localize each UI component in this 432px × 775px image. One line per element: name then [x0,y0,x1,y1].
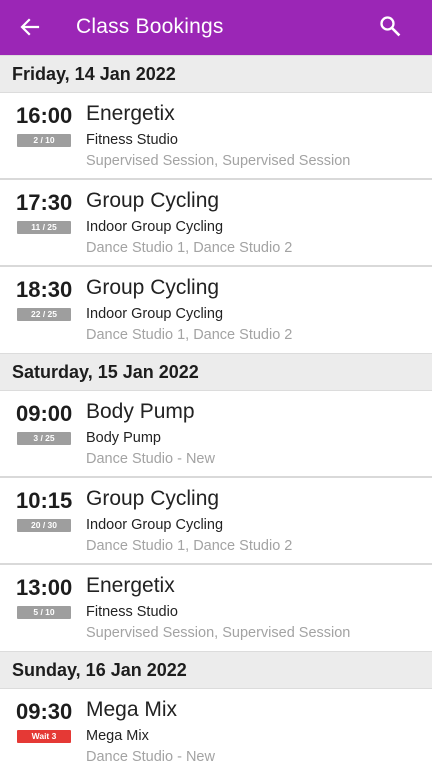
arrow-left-icon [20,18,40,36]
class-rooms: Supervised Session, Supervised Session [86,153,351,169]
search-icon [380,16,401,37]
day-header: Sunday, 16 Jan 2022 [0,651,432,689]
class-rooms: Supervised Session, Supervised Session [86,625,351,641]
class-session-row[interactable]: 13:00 5 / 10 Energetix Fitness Studio Superv… [0,565,432,651]
session-time: 09:00 [16,401,73,426]
class-name: Group Cycling [86,487,220,510]
class-session-row[interactable]: 10:15 20 / 30 Group Cycling Indoor Group Cy… [0,478,432,565]
class-rooms: Dance Studio 1, Dance Studio 2 [86,327,293,343]
class-name: Group Cycling [86,276,220,299]
capacity-badge: 20 / 30 [17,519,71,532]
class-session-row[interactable]: 09:00 3 / 25 Body Pump Body Pump Dance Studi… [0,391,432,478]
class-rooms: Dance Studio 1, Dance Studio 2 [86,538,293,554]
day-header: Saturday, 15 Jan 2022 [0,353,432,391]
class-location: Fitness Studio [86,132,178,148]
class-session-row[interactable]: 17:30 11 / 25 Group Cycling Indoor Group Cy… [0,180,432,267]
session-time: 16:00 [16,103,73,128]
back-button[interactable] [18,15,42,39]
class-name: Mega Mix [86,698,178,721]
session-time: 18:30 [16,277,73,302]
class-rooms: Dance Studio - New [86,749,215,765]
waitlist-badge: Wait 3 [17,730,71,743]
class-rooms: Dance Studio - New [86,451,215,467]
session-time: 13:00 [16,575,73,600]
session-time: 10:15 [16,488,73,513]
capacity-badge: 11 / 25 [17,221,71,234]
page-title: Class Bookings [76,15,224,38]
class-session-row[interactable]: 09:30 Wait 3 Mega Mix Mega Mix Dance Studio … [0,689,432,775]
session-time: 17:30 [16,190,73,215]
class-session-row[interactable]: 16:00 2 / 10 Energetix Fitness Studio Superv… [0,93,432,180]
session-time: 09:30 [16,699,73,724]
class-location: Indoor Group Cycling [86,219,224,235]
day-header: Friday, 14 Jan 2022 [0,55,432,93]
class-location: Indoor Group Cycling [86,517,224,533]
class-name: Energetix [86,574,175,597]
class-name: Body Pump [86,400,195,423]
class-location: Indoor Group Cycling [86,306,224,322]
capacity-badge: 3 / 25 [17,432,71,445]
class-session-row[interactable]: 18:30 22 / 25 Group Cycling Indoor Group Cy… [0,267,432,353]
class-name: Group Cycling [86,189,220,212]
class-location: Fitness Studio [86,604,178,620]
class-list[interactable]: Friday, 14 Jan 2022 16:00 2 / 10 Energetix F… [0,55,432,775]
class-location: Body Pump [86,430,161,446]
app-bar: Class Bookings [0,0,432,55]
class-rooms: Dance Studio 1, Dance Studio 2 [86,240,293,256]
capacity-badge: 5 / 10 [17,606,71,619]
class-location: Mega Mix [86,728,149,744]
class-name: Energetix [86,102,175,125]
capacity-badge: 22 / 25 [17,308,71,321]
capacity-badge: 2 / 10 [17,134,71,147]
search-button[interactable] [378,14,402,38]
